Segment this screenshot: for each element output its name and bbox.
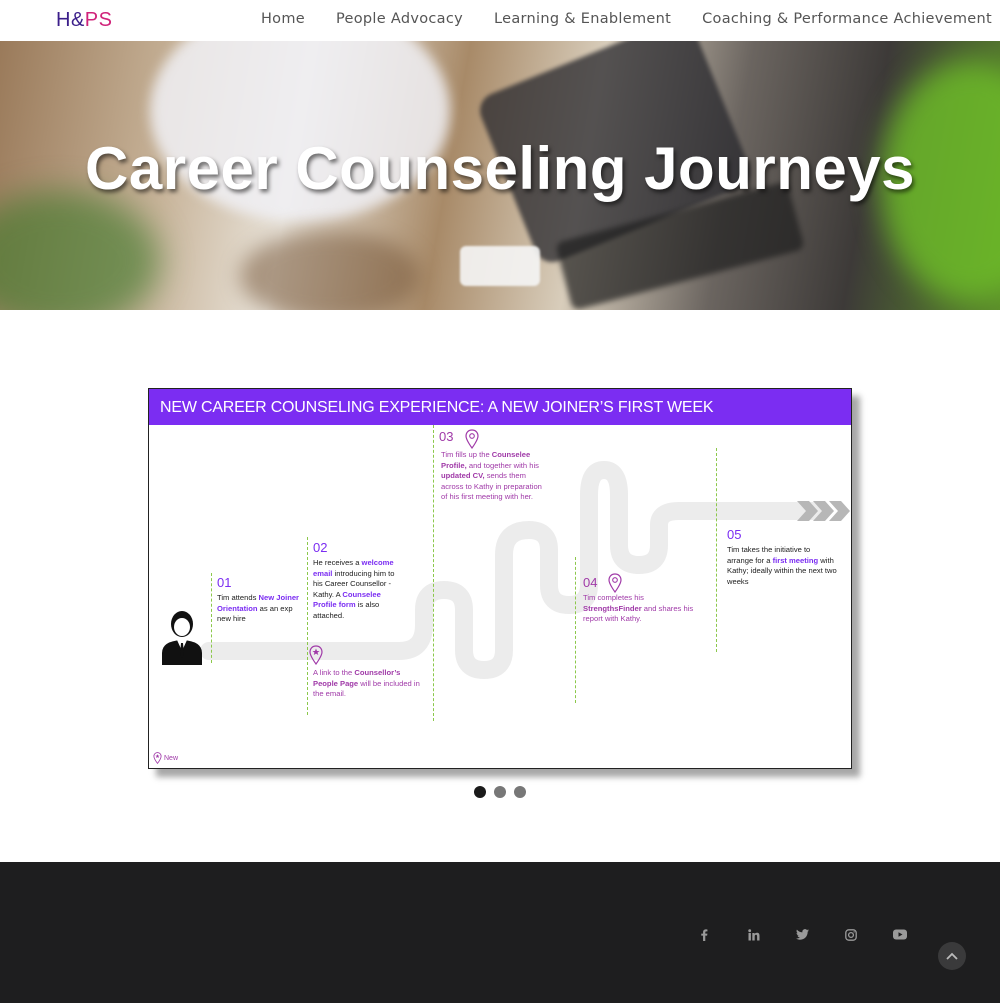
logo-part-2: PS — [84, 9, 113, 31]
step-03-text-part: and together with his — [466, 460, 539, 470]
step-04-text: Tim completes his StrengthsFinder and sh… — [583, 593, 701, 625]
linkedin-icon[interactable] — [747, 929, 797, 944]
site-footer — [0, 862, 1000, 1003]
slide-title: NEW CAREER COUNSELING EXPERIENCE: A NEW … — [160, 399, 714, 416]
carousel-dot-1[interactable] — [474, 786, 486, 798]
note-text-part: A link to the — [313, 668, 355, 677]
step-05-highlight: first meeting — [772, 555, 819, 565]
new-pin-icon — [153, 752, 162, 764]
youtube-icon[interactable] — [893, 929, 942, 944]
timeline-marker-01 — [211, 573, 212, 663]
step-05-text: Tim takes the initiative to arrange for … — [727, 545, 837, 587]
note-text: A link to the Counsellor’s People Page w… — [313, 668, 423, 700]
hero-banner: Career Counseling Journeys — [0, 41, 1000, 310]
nav-home[interactable]: Home — [261, 11, 305, 27]
carousel-dots — [474, 786, 526, 798]
chevron-up-icon — [946, 952, 958, 960]
new-pin-icon — [309, 645, 323, 665]
legend: New — [153, 752, 178, 764]
nav-coaching-performance[interactable]: Coaching & Performance Achievement — [702, 11, 992, 27]
timeline-marker-04 — [575, 557, 576, 703]
site-logo[interactable]: H&PS — [56, 9, 112, 32]
carousel-dot-3[interactable] — [514, 786, 526, 798]
hero-title: Career Counseling Journeys — [85, 135, 915, 202]
twitter-icon[interactable] — [796, 929, 845, 944]
facebook-icon[interactable] — [699, 929, 748, 944]
timeline-marker-03 — [433, 425, 434, 721]
hero-photo-area — [460, 246, 540, 286]
nav-people-advocacy[interactable]: People Advocacy — [336, 11, 463, 27]
social-links — [699, 929, 942, 944]
step-03-number: 03 — [439, 429, 454, 444]
carousel-slide: NEW CAREER COUNSELING EXPERIENCE: A NEW … — [148, 388, 852, 769]
step-01-number: 01 — [217, 575, 232, 590]
site-header: H&PS Home People Advocacy Learning & Ena… — [0, 0, 1000, 41]
journey-diagram: 01 Tim attends New Joiner Orientation as… — [149, 425, 851, 768]
instagram-icon[interactable] — [844, 929, 894, 944]
pin-icon — [465, 429, 479, 449]
step-03-text: Tim fills up the Counselee Profile, and … — [441, 450, 549, 503]
person-icon — [162, 611, 202, 665]
back-to-top-button[interactable] — [938, 942, 966, 970]
hero-photo-area — [240, 231, 420, 310]
step-03-text-part: Tim fills up the — [441, 450, 492, 459]
step-05-number: 05 — [727, 527, 742, 542]
nav-learning-enablement[interactable]: Learning & Enablement — [494, 11, 671, 27]
step-02-number: 02 — [313, 540, 328, 555]
carousel-dot-2[interactable] — [494, 786, 506, 798]
main-nav: Home People Advocacy Learning & Enableme… — [230, 11, 992, 27]
step-04-highlight: StrengthsFinder — [583, 603, 642, 613]
step-01-text: Tim attends New Joiner Orientation as an… — [217, 593, 299, 625]
step-01-text-part: Tim attends — [217, 593, 259, 602]
logo-part-1: H& — [56, 9, 85, 31]
timeline-marker-05 — [716, 448, 717, 652]
slide-header: NEW CAREER COUNSELING EXPERIENCE: A NEW … — [149, 389, 851, 425]
legend-label: New — [164, 754, 179, 762]
step-04-number: 04 — [583, 575, 598, 590]
step-04-text-part: Tim completes his — [583, 593, 644, 602]
step-02-text: He receives a welcome email introducing … — [313, 558, 403, 621]
step-02-text-part: He receives a — [313, 558, 362, 567]
timeline-marker-02 — [307, 537, 308, 715]
pin-icon — [608, 573, 622, 593]
hero-photo-area — [0, 191, 160, 310]
step-03-highlight: updated CV, — [441, 471, 485, 480]
